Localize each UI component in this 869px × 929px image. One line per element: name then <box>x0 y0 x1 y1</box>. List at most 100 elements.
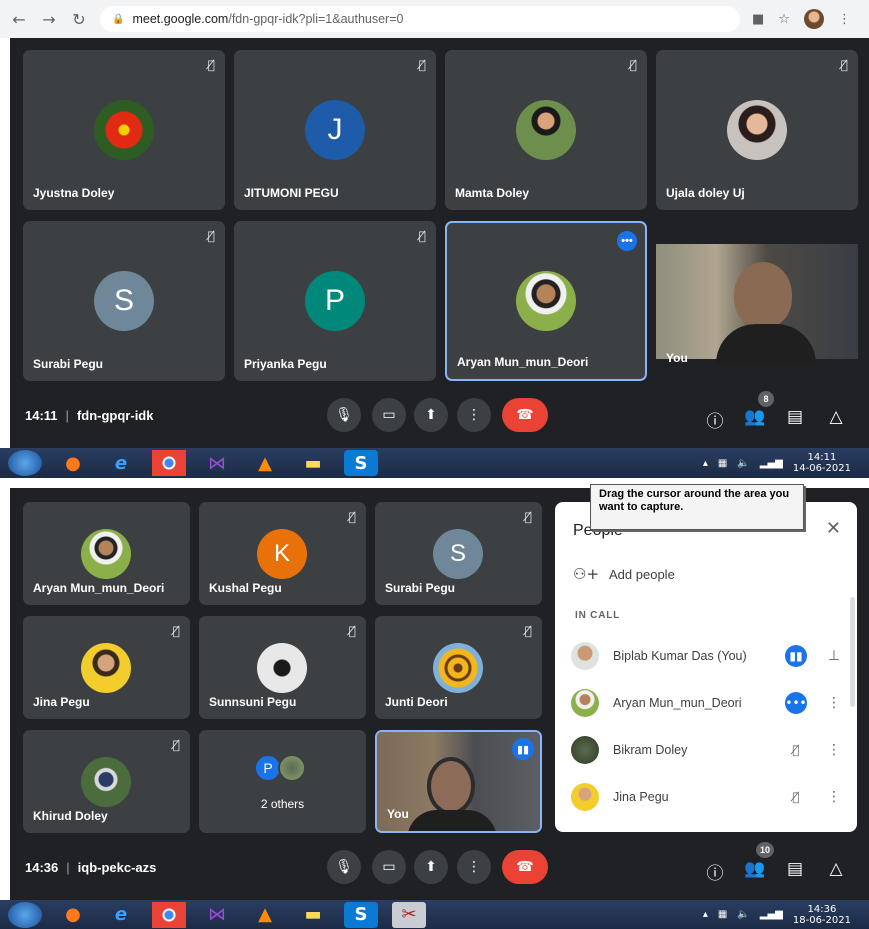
more-options-icon[interactable]: ••• <box>785 692 807 714</box>
participant-name: JITUMONI PEGU <box>244 186 339 200</box>
menu-kebab-icon[interactable]: ⋮ <box>827 789 841 805</box>
vlc-icon[interactable]: ▲ <box>248 902 282 928</box>
chrome-icon[interactable] <box>152 450 186 476</box>
tray-arrow-icon[interactable]: ▴ <box>703 909 708 920</box>
snipping-tool-icon[interactable]: ✂ <box>392 901 426 928</box>
others-label: 2 others <box>260 797 305 811</box>
info-icon[interactable]: ⓘ <box>703 859 727 884</box>
signal-icon[interactable]: ▂▄▆ <box>760 458 783 469</box>
participant-tile[interactable]: 🎙̸ Jyustna Doley <box>23 50 225 210</box>
participant-tile[interactable]: 🎙̸ S Surabi Pegu <box>23 221 225 381</box>
skype-icon[interactable]: S <box>344 450 378 476</box>
more-options-icon[interactable]: ••• <box>617 231 637 251</box>
activities-icon[interactable]: △ <box>824 859 848 879</box>
network-icon[interactable]: ▦ <box>718 909 727 920</box>
sunflower-avatar <box>433 643 483 693</box>
participant-row[interactable]: Jina Pegu 🎙̸ ⋮ <box>571 779 841 815</box>
clock-time: 14:36 <box>807 903 837 915</box>
add-people-button[interactable]: ⚇+ Add people <box>573 565 675 583</box>
camera-button[interactable]: ▭ <box>372 398 406 432</box>
folder-icon[interactable]: ▬ <box>296 450 330 476</box>
participant-tile[interactable]: 🎙̸ Jina Pegu <box>23 616 190 719</box>
volume-icon[interactable]: 🔈 <box>737 909 749 920</box>
people-icon[interactable]: 👥 <box>743 407 767 427</box>
mic-off-icon: 🎙̸ <box>840 58 848 72</box>
menu-kebab-icon[interactable]: ⋮ <box>827 695 841 711</box>
participant-row[interactable]: Aryan Mun_mun_Deori ••• ⋮ <box>571 685 841 721</box>
participant-tile[interactable]: 🎙̸ Khirud Doley <box>23 730 190 833</box>
participant-row[interactable]: Bikram Doley 🎙̸ ⋮ <box>571 732 841 768</box>
chat-icon[interactable]: ▤ <box>783 859 807 879</box>
profile-avatar[interactable] <box>803 9 824 29</box>
start-button[interactable] <box>8 901 42 928</box>
add-person-icon: ⚇+ <box>573 565 600 583</box>
participant-tile[interactable]: 🎙̸ Sunnsuni Pegu <box>199 616 366 719</box>
end-call-button[interactable]: ☎ <box>502 398 548 432</box>
mic-button[interactable]: 🎙 <box>327 850 361 884</box>
participant-name: Mamta Doley <box>455 186 530 200</box>
menu-kebab-icon[interactable]: ⋮ <box>827 742 841 758</box>
taskbar-1: ● e ⋈ ▲ ▬ S ▴ ▦ 🔈 ▂▄▆ 14:11 14-06-2021 <box>0 448 869 478</box>
visual-studio-icon[interactable]: ⋈ <box>200 902 234 928</box>
star-icon[interactable]: ☆ <box>778 12 790 27</box>
info-icon[interactable]: ⓘ <box>703 407 727 432</box>
vlc-icon[interactable]: ▲ <box>248 450 282 476</box>
participant-tile[interactable]: 🎙̸ P Priyanka Pegu <box>234 221 436 381</box>
others-tile[interactable]: P 2 others <box>199 730 366 833</box>
participant-tile[interactable]: 🎙̸ S Surabi Pegu <box>375 502 542 605</box>
avatar <box>571 642 599 670</box>
participant-tile[interactable]: 🎙̸ Ujala doley Uj <box>656 50 858 210</box>
clock[interactable]: 14:11 14-06-2021 <box>793 452 851 474</box>
people-icon[interactable]: 👥 <box>743 859 767 879</box>
more-options-button[interactable]: ⋮ <box>457 850 491 884</box>
firefox-icon[interactable]: ● <box>56 450 90 476</box>
participant-tile[interactable]: 🎙̸ J JITUMONI PEGU <box>234 50 436 210</box>
add-people-label: Add people <box>609 566 675 582</box>
folder-icon[interactable]: ▬ <box>296 902 330 928</box>
network-icon[interactable]: ▦ <box>718 458 727 469</box>
participant-tile[interactable]: Aryan Mun_mun_Deori <box>23 502 190 605</box>
mic-button[interactable]: 🎙 <box>327 398 361 432</box>
present-button[interactable]: ⬆ <box>414 398 448 432</box>
start-button[interactable] <box>8 450 42 476</box>
participant-tile-active[interactable]: ••• Aryan Mun_mun_Deori <box>445 221 647 381</box>
ie-icon[interactable]: e <box>104 450 138 476</box>
clock[interactable]: 14:36 18-06-2021 <box>793 904 851 926</box>
address-bar[interactable]: 🔒 meet.google.com/fdn-gpqr-idk?pli=1&aut… <box>100 6 740 32</box>
self-video-tile[interactable]: You <box>656 221 858 381</box>
volume-icon[interactable]: 🔈 <box>737 458 749 469</box>
participant-row[interactable]: Biplab Kumar Das (You) ▮▮ ⊥ <box>571 638 841 674</box>
participant-tile[interactable]: 🎙̸ Junti Deori <box>375 616 542 719</box>
ie-icon[interactable]: e <box>104 902 138 928</box>
mic-off-icon: 🎙̸ <box>207 58 215 72</box>
camera-icon[interactable]: ■ <box>752 12 764 27</box>
chrome-icon[interactable] <box>152 901 186 928</box>
scrollbar[interactable] <box>850 597 855 707</box>
signal-icon[interactable]: ▂▄▆ <box>760 909 783 920</box>
back-arrow-icon[interactable]: ← <box>8 8 30 30</box>
meeting-info: 14:36 | iqb-pekc-azs <box>25 859 157 875</box>
participant-tile[interactable]: 🎙̸ Mamta Doley <box>445 50 647 210</box>
participant-tile[interactable]: 🎙̸ K Kushal Pegu <box>199 502 366 605</box>
tray-arrow-icon[interactable]: ▴ <box>703 458 708 469</box>
pin-icon[interactable]: ⊥ <box>827 648 841 664</box>
reload-icon[interactable]: ↻ <box>68 8 90 30</box>
participant-name: Bikram Doley <box>613 743 688 757</box>
menu-kebab-icon[interactable]: ⋮ <box>838 12 851 27</box>
end-call-button[interactable]: ☎ <box>502 850 548 884</box>
close-icon[interactable]: ✕ <box>826 518 841 539</box>
chat-icon[interactable]: ▤ <box>783 407 807 427</box>
camera-button[interactable]: ▭ <box>372 850 406 884</box>
self-video-tile[interactable]: ▮▮ You <box>375 730 542 833</box>
activities-icon[interactable]: △ <box>824 407 848 427</box>
present-button[interactable]: ⬆ <box>414 850 448 884</box>
mic-off-icon: 🎙̸ <box>418 229 426 243</box>
firefox-icon[interactable]: ● <box>56 902 90 928</box>
more-options-button[interactable]: ⋮ <box>457 398 491 432</box>
forward-arrow-icon[interactable]: → <box>38 8 60 30</box>
meeting-time: 14:36 <box>25 859 59 875</box>
photo-avatar <box>516 100 576 160</box>
meeting-code: fdn-gpqr-idk <box>76 407 154 423</box>
visual-studio-icon[interactable]: ⋈ <box>200 450 234 476</box>
skype-icon[interactable]: S <box>344 901 378 928</box>
